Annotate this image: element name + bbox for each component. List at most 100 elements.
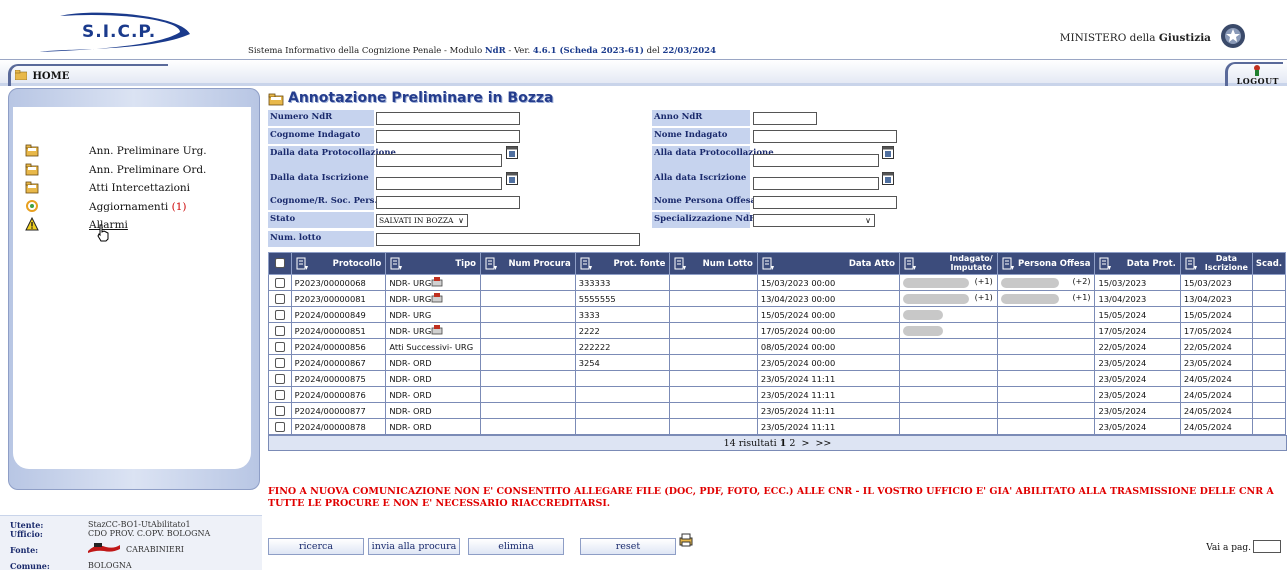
invia-alla-procura-button[interactable]: invia alla procura (368, 538, 460, 555)
cell-protocollo[interactable]: P2024/00000849 (290, 306, 387, 323)
dalla-data-iscrizione-input[interactable] (376, 177, 502, 190)
row-checkbox[interactable] (274, 373, 285, 384)
anno-ndr-input[interactable] (753, 112, 817, 125)
row-checkbox[interactable] (274, 293, 285, 304)
row-checkbox[interactable] (274, 357, 285, 368)
col-prot-fonte[interactable]: Prot. fonte (574, 252, 671, 275)
col-indagato-imputato[interactable]: Indagato/Imputato (898, 252, 998, 275)
row-checkbox[interactable] (274, 421, 285, 432)
table-row[interactable]: P2024/00000877 NDR- ORD 23/05/2024 11:11 23… (268, 402, 1287, 419)
print-icon[interactable] (678, 532, 694, 548)
cell-data-iscrizione: 24/05/2024 (1179, 370, 1253, 387)
go-to-page-label: Vai a pag. (1206, 543, 1251, 553)
cognome-persona-offesa-input[interactable] (376, 196, 520, 209)
cell-persona-offesa (996, 354, 1096, 371)
page-1-link[interactable]: 1 (780, 438, 787, 449)
home-tab[interactable]: HOME (8, 64, 168, 86)
nome-persona-offesa-input[interactable] (753, 196, 897, 209)
cell-tipo: NDR- URG (385, 306, 482, 323)
table-row[interactable]: P2024/00000856 Atti Successivi- URG 222222… (268, 338, 1287, 355)
cognome-persona-offesa-label: Cognome/R. Soc. Pers. Off. (268, 194, 398, 210)
cell-protocollo[interactable]: P2024/00000867 (290, 354, 387, 371)
table-row[interactable]: P2024/00000849 NDR- URG 3333 15/05/2024 00:… (268, 306, 1287, 323)
sort-icon (674, 257, 687, 270)
row-checkbox[interactable] (274, 277, 285, 288)
folder-icon (25, 163, 39, 176)
select-all-checkbox[interactable] (274, 258, 285, 269)
calendar-icon[interactable] (506, 146, 518, 159)
results-count: 14 risultati (723, 438, 777, 449)
cell-protocollo[interactable]: P2024/00000876 (290, 386, 387, 403)
col-data-atto[interactable]: Data Atto (756, 252, 900, 275)
calendar-icon[interactable] (882, 172, 894, 185)
col-tipo[interactable]: Tipo (385, 252, 482, 275)
document-stamp-icon[interactable] (431, 293, 443, 303)
row-checkbox[interactable] (274, 405, 285, 416)
app-version-info: Sistema Informativo della Cognizione Pen… (248, 46, 716, 56)
table-row[interactable]: P2024/00000876 NDR- ORD 23/05/2024 11:11 23… (268, 386, 1287, 403)
cell-num-procura (480, 306, 576, 323)
cognome-indagato-input[interactable] (376, 130, 520, 143)
cell-protocollo[interactable]: P2024/00000851 (290, 322, 387, 339)
cell-prot-fonte (574, 386, 671, 403)
stato-select[interactable]: SALVATI IN BOZZA ∨ (376, 214, 468, 227)
cell-protocollo[interactable]: P2024/00000878 (290, 418, 387, 435)
logout-button[interactable]: LOGOUT (1225, 62, 1283, 86)
table-row[interactable]: P2024/00000851 NDR- URG 2222 17/05/2024 00:… (268, 322, 1287, 339)
cognome-indagato-label: Cognome Indagato (268, 128, 374, 144)
sort-icon (1099, 257, 1112, 270)
cell-data-prot: 23/05/2024 (1094, 418, 1181, 435)
ministry-label: MINISTERO della Giustizia (1059, 32, 1211, 44)
go-to-page-input[interactable] (1253, 540, 1281, 553)
next-page-link[interactable]: > (801, 438, 809, 449)
alla-data-protocollazione-input[interactable] (753, 154, 879, 167)
cell-protocollo[interactable]: P2024/00000877 (290, 402, 387, 419)
cell-data-iscrizione: 24/05/2024 (1179, 386, 1253, 403)
col-num-procura[interactable]: Num Procura (480, 252, 576, 275)
anno-ndr-label: Anno NdR (652, 110, 750, 126)
row-checkbox[interactable] (274, 341, 285, 352)
table-row[interactable]: P2024/00000875 NDR- ORD 23/05/2024 11:11 23… (268, 370, 1287, 387)
col-scad[interactable]: Scad. (1251, 252, 1287, 275)
calendar-icon[interactable] (506, 172, 518, 185)
cell-indagato (898, 418, 998, 435)
updates-count-badge: (1) (171, 201, 187, 213)
cell-data-iscrizione: 24/05/2024 (1179, 402, 1253, 419)
cell-protocollo[interactable]: P2024/00000875 (290, 370, 387, 387)
document-stamp-icon[interactable] (431, 325, 443, 335)
sidebar-item-label: Ann. Preliminare Urg. (89, 145, 207, 157)
elimina-button[interactable]: elimina (468, 538, 564, 555)
reset-button[interactable]: reset (580, 538, 676, 555)
cell-data-atto: 17/05/2024 00:00 (756, 322, 900, 339)
document-stamp-icon[interactable] (431, 277, 443, 287)
row-checkbox[interactable] (274, 325, 285, 336)
alla-data-iscrizione-input[interactable] (753, 177, 879, 190)
numero-ndr-input[interactable] (376, 112, 520, 125)
col-num-lotto[interactable]: Num Lotto (669, 252, 758, 275)
page-2-link[interactable]: 2 (789, 438, 795, 449)
last-page-link[interactable]: >> (815, 438, 831, 449)
comune-value: BOLOGNA (88, 561, 132, 570)
table-row[interactable]: P2024/00000878 NDR- ORD 23/05/2024 11:11 23… (268, 418, 1287, 435)
col-protocollo[interactable]: Protocollo (290, 252, 387, 275)
specializzazione-ndr-select[interactable]: ∨ (753, 214, 875, 227)
cell-protocollo[interactable]: P2023/00000081 (290, 290, 387, 307)
ricerca-button[interactable]: ricerca (268, 538, 364, 555)
sort-icon (1185, 257, 1197, 270)
cell-scad (1251, 418, 1287, 435)
table-row[interactable]: P2023/00000081 NDR- URG 5555555 13/04/2023 … (268, 290, 1287, 307)
table-row[interactable]: P2023/00000068 NDR- URG 333333 15/03/2023 0… (268, 274, 1287, 291)
table-row[interactable]: P2024/00000867 NDR- ORD 3254 23/05/2024 00:… (268, 354, 1287, 371)
col-data-iscrizione[interactable]: Data Iscrizione (1179, 252, 1253, 275)
col-data-prot[interactable]: Data Prot. (1094, 252, 1181, 275)
row-checkbox[interactable] (274, 309, 285, 320)
num-lotto-input[interactable] (376, 233, 640, 246)
col-persona-offesa[interactable]: Persona Offesa (996, 252, 1096, 275)
nome-indagato-input[interactable] (753, 130, 897, 143)
calendar-icon[interactable] (882, 146, 894, 159)
cell-protocollo[interactable]: P2024/00000856 (290, 338, 387, 355)
dalla-data-protocollazione-input[interactable] (376, 154, 502, 167)
cell-scad (1251, 290, 1287, 307)
cell-protocollo[interactable]: P2023/00000068 (290, 274, 387, 291)
row-checkbox[interactable] (274, 389, 285, 400)
